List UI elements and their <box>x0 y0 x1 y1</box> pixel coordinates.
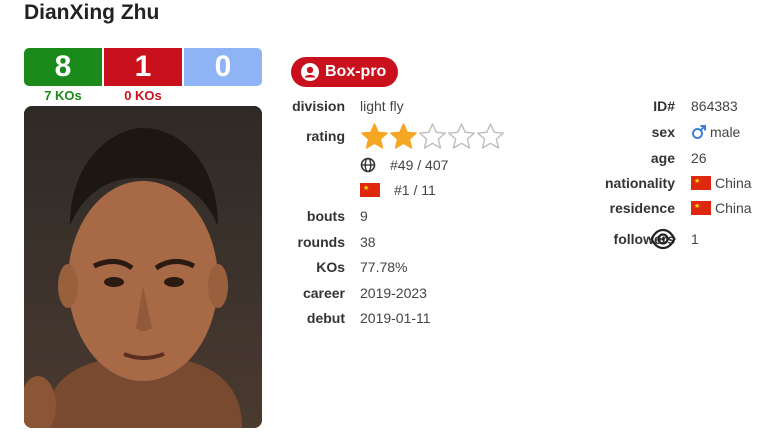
residence-value: China <box>715 200 752 216</box>
rating-label: rating <box>306 128 345 144</box>
losses-kos: 0 KOs <box>124 88 162 103</box>
world-rank-value: #49 / 407 <box>390 157 449 173</box>
user-circle-icon <box>301 63 319 81</box>
kos-label: KOs <box>316 259 345 275</box>
id-label: ID# <box>653 98 675 114</box>
rounds-label: rounds <box>297 234 345 250</box>
badge-label: Box-pro <box>325 63 387 80</box>
division-label: division <box>292 98 345 114</box>
china-flag-icon: ★ <box>691 176 711 190</box>
losses-count: 1 <box>104 48 182 86</box>
career-label: career <box>302 285 345 301</box>
star-filled-icon <box>389 122 418 151</box>
age-label: age <box>650 150 675 166</box>
rating-stars <box>360 122 505 151</box>
eye-icon[interactable] <box>650 228 676 250</box>
world-rank[interactable]: #49 / 407 <box>360 157 448 173</box>
china-flag-icon: ★ <box>691 201 711 215</box>
bouts-value: 9 <box>360 208 368 224</box>
sex-value: male <box>710 124 741 140</box>
boxer-name: DianXing Zhu <box>24 1 160 24</box>
followers-value: 1 <box>691 231 699 247</box>
nationality-row: ★ China <box>691 175 752 191</box>
star-filled-icon <box>360 122 389 151</box>
nationality-label: nationality <box>604 175 675 191</box>
box-pro-badge[interactable]: Box-pro <box>291 57 399 87</box>
debut-value: 2019-01-11 <box>360 310 431 326</box>
kos-value: 77.78% <box>360 259 408 275</box>
wins-count: 8 <box>24 48 102 86</box>
wins-kos: 7 KOs <box>44 88 82 103</box>
id-value: 864383 <box>691 98 738 114</box>
draws-count: 0 <box>184 48 262 86</box>
star-empty-icon <box>476 122 505 151</box>
sex-value-row: male <box>691 124 740 140</box>
residence-row: ★ China <box>691 200 752 216</box>
male-icon <box>691 124 707 140</box>
country-rank-value: #1 / 11 <box>394 182 436 198</box>
boxer-photo <box>24 106 262 428</box>
sex-label: sex <box>651 124 675 140</box>
bouts-label: bouts <box>306 208 345 224</box>
nationality-value: China <box>715 175 752 191</box>
division-value: light fly <box>360 98 404 114</box>
residence-label: residence <box>609 200 675 216</box>
debut-label: debut <box>306 310 345 326</box>
career-value: 2019-2023 <box>360 285 427 301</box>
country-rank[interactable]: ★ #1 / 11 <box>360 182 436 198</box>
age-value: 26 <box>691 150 707 166</box>
china-flag-icon: ★ <box>360 183 380 197</box>
star-empty-icon <box>418 122 447 151</box>
star-empty-icon <box>447 122 476 151</box>
rounds-value: 38 <box>360 234 376 250</box>
globe-icon <box>360 157 376 173</box>
